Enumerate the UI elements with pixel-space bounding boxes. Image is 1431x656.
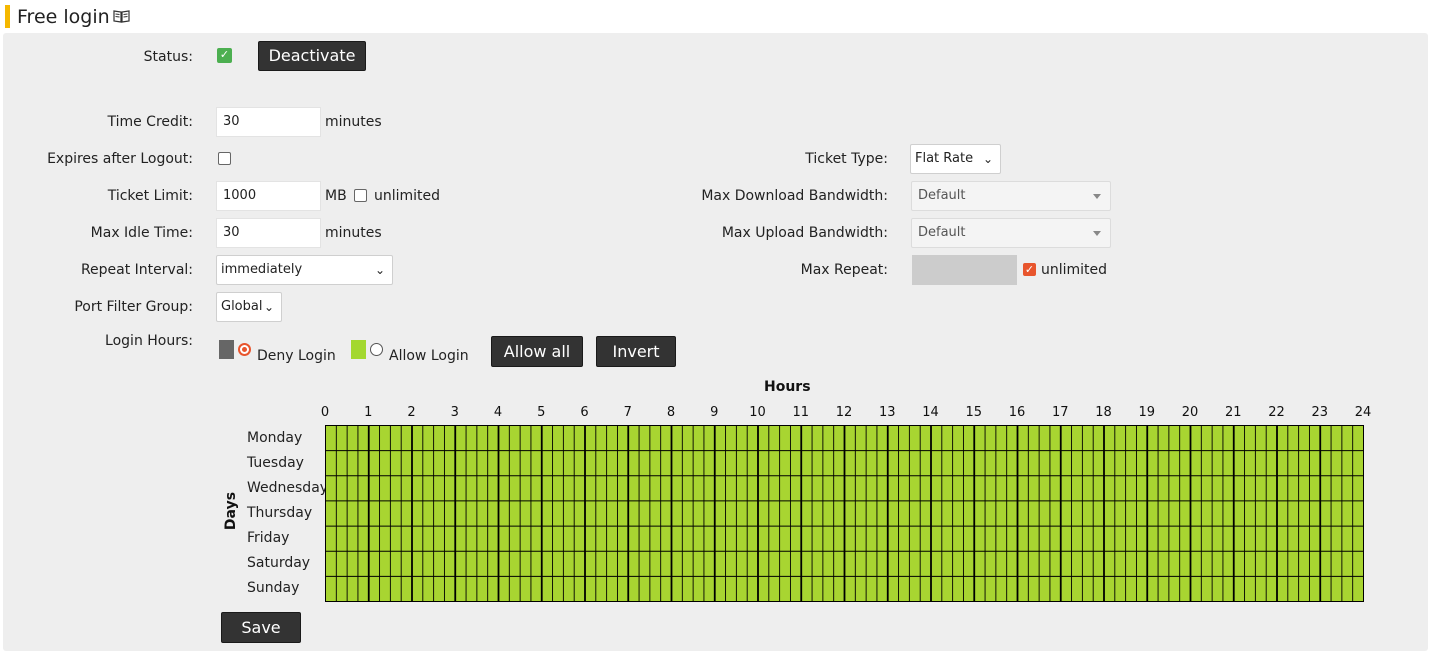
repeat-interval-select[interactable]: immediately ⌄ xyxy=(216,255,393,285)
chevron-down-icon: ⌄ xyxy=(982,152,993,166)
hour-label: 16 xyxy=(1008,405,1026,420)
deactivate-button[interactable]: Deactivate xyxy=(258,41,366,71)
hour-label: 3 xyxy=(450,405,459,420)
day-label-sunday: Sunday xyxy=(247,580,300,597)
max-upload-bandwidth-label: Max Upload Bandwidth: xyxy=(721,225,888,241)
port-filter-group-select[interactable]: Global ⌄ xyxy=(216,292,282,322)
hour-label: 20 xyxy=(1181,405,1199,420)
max-idle-time-unit: minutes xyxy=(325,225,382,241)
hour-label: 7 xyxy=(623,405,632,420)
port-filter-group-value: Global xyxy=(221,299,263,314)
day-label-thursday: Thursday xyxy=(247,505,313,521)
expires-after-logout-checkbox[interactable] xyxy=(218,152,231,165)
status-checkbox[interactable]: ✓ xyxy=(217,48,232,63)
day-label-wednesday: Wednesday xyxy=(247,479,329,496)
deny-login-radio[interactable] xyxy=(238,343,251,356)
ticket-type-select[interactable]: Flat Rate ⌄ xyxy=(910,144,1001,174)
hour-label: 6 xyxy=(580,405,589,420)
max-download-bandwidth-label: Max Download Bandwidth: xyxy=(701,188,888,204)
port-filter-group-label: Port Filter Group: xyxy=(74,299,193,315)
login-hours-grid[interactable] xyxy=(325,425,1364,602)
hour-label: 2 xyxy=(407,405,416,420)
hour-label: 14 xyxy=(922,405,939,420)
hours-axis-title: Hours xyxy=(764,379,811,395)
hour-label: 22 xyxy=(1268,405,1285,420)
ticket-type-value: Flat Rate xyxy=(915,151,974,166)
caret-down-icon xyxy=(1093,231,1101,236)
max-upload-bandwidth-select[interactable]: Default xyxy=(911,218,1111,248)
book-icon[interactable] xyxy=(113,9,130,23)
expires-after-logout-label: Expires after Logout: xyxy=(47,151,193,167)
hour-label: 15 xyxy=(965,405,983,420)
day-label-tuesday: Tuesday xyxy=(247,454,304,471)
ticket-limit-label: Ticket Limit: xyxy=(107,188,193,204)
deny-color-swatch xyxy=(219,340,234,359)
max-download-bandwidth-value: Default xyxy=(918,188,966,203)
allow-all-button[interactable]: Allow all xyxy=(491,336,583,367)
hour-label: 17 xyxy=(1051,405,1069,420)
max-download-bandwidth-select[interactable]: Default xyxy=(911,181,1111,211)
hour-label: 9 xyxy=(710,405,719,420)
hour-label: 8 xyxy=(666,405,676,420)
hour-label: 18 xyxy=(1095,405,1112,420)
ticket-limit-unit: MB xyxy=(325,188,347,204)
day-label-monday: Monday xyxy=(247,429,303,446)
hour-label: 13 xyxy=(878,405,896,420)
hour-label: 5 xyxy=(537,405,546,420)
allow-login-radio[interactable] xyxy=(370,343,383,356)
hour-label: 12 xyxy=(835,405,853,420)
allow-color-swatch xyxy=(351,340,366,359)
ticket-limit-unlimited-label: unlimited xyxy=(374,188,441,204)
max-repeat-unlimited-checkbox[interactable]: ✓ xyxy=(1023,263,1036,276)
max-idle-time-label: Max Idle Time: xyxy=(90,225,193,241)
day-label-friday: Friday xyxy=(247,530,290,547)
repeat-interval-label: Repeat Interval: xyxy=(80,262,193,278)
ticket-limit-unlimited-checkbox[interactable] xyxy=(354,189,367,202)
save-button[interactable]: Save xyxy=(221,612,301,643)
hour-label: 10 xyxy=(749,405,766,420)
time-credit-input[interactable]: 30 xyxy=(216,107,321,137)
chevron-down-icon: ⌄ xyxy=(263,300,274,314)
invert-button[interactable]: Invert xyxy=(596,336,676,367)
max-repeat-label: Max Repeat: xyxy=(800,262,888,278)
days-axis-title: Days xyxy=(223,491,239,531)
time-credit-label: Time Credit: xyxy=(107,114,193,130)
hour-label: 11 xyxy=(792,405,810,420)
hour-label: 4 xyxy=(493,405,503,420)
title-accent-bar xyxy=(5,5,10,28)
max-repeat-input[interactable] xyxy=(912,255,1017,285)
allow-login-label: Allow Login xyxy=(389,348,469,364)
login-hours-label: Login Hours: xyxy=(105,333,193,349)
day-label-saturday: Saturday xyxy=(247,555,311,572)
max-upload-bandwidth-value: Default xyxy=(918,225,966,240)
max-idle-time-input[interactable]: 30 xyxy=(216,218,321,248)
hour-label: 0 xyxy=(320,405,330,420)
hour-label: 19 xyxy=(1138,405,1156,420)
caret-down-icon xyxy=(1093,194,1101,199)
repeat-interval-value: immediately xyxy=(221,262,303,277)
status-label: Status: xyxy=(143,49,193,65)
chevron-down-icon: ⌄ xyxy=(374,263,385,277)
hour-label: 1 xyxy=(364,405,373,420)
ticket-type-label: Ticket Type: xyxy=(805,151,888,167)
time-credit-unit: minutes xyxy=(325,114,382,130)
hour-label: 21 xyxy=(1224,405,1242,420)
hour-label: 23 xyxy=(1311,405,1329,420)
max-repeat-unlimited-label: unlimited xyxy=(1041,262,1108,278)
deny-login-label: Deny Login xyxy=(257,348,336,364)
page-title: Free login xyxy=(17,6,110,28)
ticket-limit-input[interactable]: 1000 xyxy=(216,181,321,211)
hour-label: 24 xyxy=(1354,405,1372,420)
